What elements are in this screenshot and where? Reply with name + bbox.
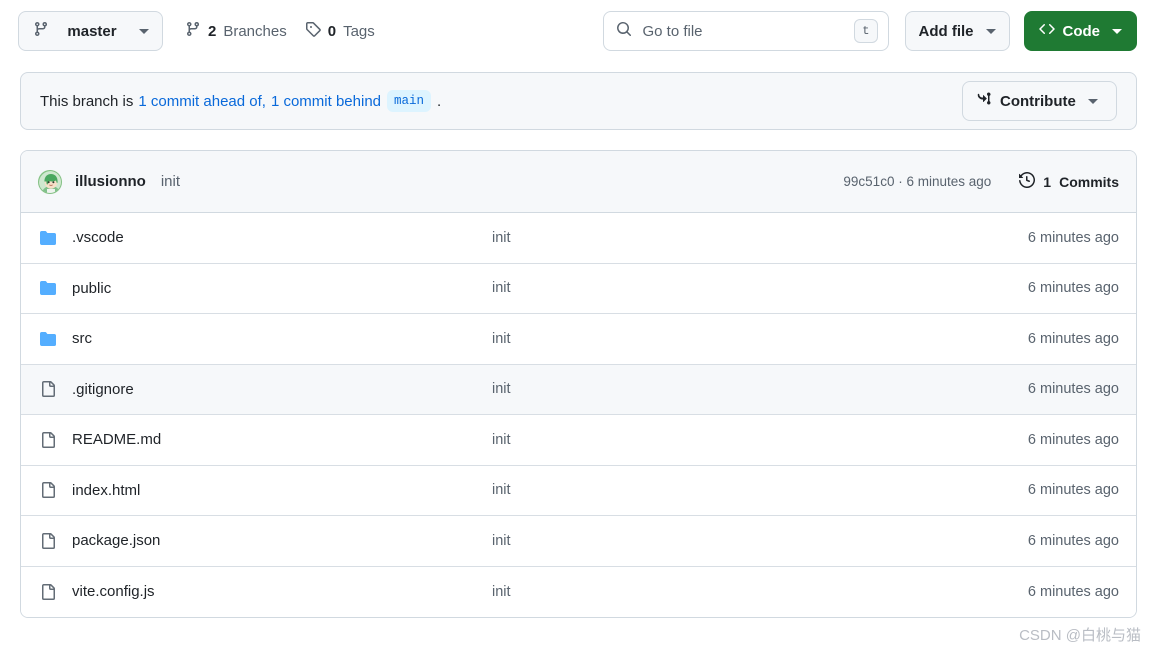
file-commit-time: 6 minutes ago	[1027, 482, 1119, 499]
tags-count: 0	[327, 22, 337, 40]
file-name-link[interactable]: src	[72, 330, 492, 347]
branch-selector-button[interactable]: master	[18, 11, 163, 51]
table-row[interactable]: src init 6 minutes ago	[21, 314, 1136, 365]
folder-icon	[38, 329, 58, 349]
branches-label: Branches	[223, 22, 287, 40]
git-branch-icon	[185, 21, 201, 41]
chevron-down-icon	[1087, 98, 1098, 104]
table-row[interactable]: README.md init 6 minutes ago	[21, 415, 1136, 466]
file-commit-time: 6 minutes ago	[1027, 431, 1119, 448]
branch-selector-label: master	[67, 22, 117, 40]
branches-link[interactable]: 2 Branches	[185, 21, 287, 41]
commit-meta: 99c51c0 · 6 minutes ago 1 Commits	[843, 171, 1119, 191]
file-commit-message[interactable]: init	[492, 482, 1028, 498]
commits-behind-link[interactable]: 1 commit behind	[271, 93, 381, 110]
file-list-panel: illusionno init 99c51c0 · 6 minutes ago …	[20, 150, 1137, 618]
branches-count: 2	[208, 22, 217, 40]
table-row[interactable]: index.html init 6 minutes ago	[21, 465, 1136, 516]
search-input[interactable]	[640, 21, 855, 41]
file-icon	[38, 379, 58, 399]
code-button-label: Code	[1062, 22, 1101, 40]
file-commit-message[interactable]: init	[492, 584, 1028, 600]
contribute-button[interactable]: Contribute	[962, 81, 1117, 121]
go-to-file-search[interactable]: t	[602, 11, 889, 51]
file-commit-message[interactable]: init	[492, 432, 1028, 448]
file-name-link[interactable]: README.md	[72, 431, 492, 448]
csdn-watermark: CSDN @白桃与猫	[1019, 627, 1141, 644]
table-row[interactable]: vite.config.js init 6 minutes ago	[21, 566, 1136, 617]
repo-meta-links: 2 Branches 0 Tags	[185, 21, 375, 41]
avatar[interactable]	[38, 169, 62, 194]
search-icon	[616, 21, 632, 42]
file-commit-time: 6 minutes ago	[1027, 330, 1119, 347]
tag-icon	[305, 21, 321, 41]
git-branch-icon	[33, 21, 49, 41]
search-shortcut-badge: t	[854, 19, 878, 43]
tags-link[interactable]: 0 Tags	[305, 21, 375, 41]
file-name-link[interactable]: .vscode	[72, 229, 492, 246]
commits-ahead-link[interactable]: 1 commit ahead of,	[138, 93, 266, 110]
file-rows: .vscode init 6 minutes ago public init 6 minu…	[21, 213, 1136, 617]
chevron-down-icon	[139, 28, 149, 34]
file-commit-message[interactable]: init	[492, 230, 1028, 246]
table-row[interactable]: .vscode init 6 minutes ago	[21, 213, 1136, 264]
file-name-link[interactable]: package.json	[72, 532, 492, 549]
file-icon	[38, 430, 58, 450]
chevron-down-icon	[985, 28, 996, 34]
file-commit-message[interactable]: init	[492, 533, 1028, 549]
file-commit-message[interactable]: init	[492, 381, 1028, 397]
file-name-link[interactable]: public	[72, 280, 492, 297]
commit-sha: 99c51c0	[843, 174, 895, 189]
file-name-link[interactable]: index.html	[72, 482, 492, 499]
file-commit-time: 6 minutes ago	[1027, 280, 1119, 297]
file-icon	[38, 531, 58, 551]
repo-toolbar: master 2 Branches 0 Tags Go to file t Ad…	[0, 0, 1155, 62]
history-icon	[1019, 171, 1036, 191]
commits-count-label: Commits	[1059, 173, 1119, 190]
commit-message-link[interactable]: init	[161, 173, 180, 190]
table-row[interactable]: .gitignore init 6 minutes ago	[21, 364, 1136, 415]
commits-history-link[interactable]: 1 Commits	[1019, 171, 1119, 191]
code-icon	[1038, 21, 1055, 41]
file-name-link[interactable]: .gitignore	[72, 381, 492, 398]
base-branch-badge[interactable]: main	[387, 90, 432, 112]
commit-author-link[interactable]: illusionno	[75, 173, 146, 190]
commits-count-value: 1	[1043, 173, 1052, 190]
chevron-down-icon	[1112, 28, 1122, 34]
file-commit-time: 6 minutes ago	[1027, 583, 1119, 600]
contribute-label: Contribute	[1000, 92, 1076, 110]
code-button[interactable]: Code	[1023, 11, 1137, 51]
branch-status-lead: This branch is	[40, 92, 134, 110]
tags-label: Tags	[343, 22, 375, 40]
branch-status-text: This branch is 1 commit ahead of, 1 comm…	[40, 90, 441, 112]
add-file-button[interactable]: Add file	[904, 11, 1010, 51]
repo-file-browser: master 2 Branches 0 Tags Go to file t Ad…	[0, 0, 1155, 651]
branch-status-period: .	[437, 92, 442, 110]
add-file-label: Add file	[918, 22, 974, 40]
file-commit-time: 6 minutes ago	[1027, 381, 1119, 398]
branch-status-banner: This branch is 1 commit ahead of, 1 comm…	[20, 72, 1137, 130]
file-commit-message[interactable]: init	[492, 280, 1028, 296]
table-row[interactable]: public init 6 minutes ago	[21, 263, 1136, 314]
table-row[interactable]: package.json init 6 minutes ago	[21, 516, 1136, 567]
git-pull-request-icon	[976, 91, 992, 111]
search-box[interactable]: t	[602, 11, 889, 51]
sha-separator: ·	[898, 174, 903, 189]
file-name-link[interactable]: vite.config.js	[72, 583, 492, 600]
commit-relative-time: 6 minutes ago	[906, 174, 992, 189]
latest-commit-header: illusionno init 99c51c0 · 6 minutes ago …	[21, 151, 1136, 213]
folder-icon	[38, 278, 58, 298]
file-icon	[38, 582, 58, 602]
file-commit-time: 6 minutes ago	[1027, 229, 1119, 246]
commit-sha-and-time[interactable]: 99c51c0 · 6 minutes ago	[843, 174, 991, 189]
file-commit-message[interactable]: init	[492, 331, 1028, 347]
file-icon	[38, 480, 58, 500]
file-commit-time: 6 minutes ago	[1027, 532, 1119, 549]
folder-icon	[38, 228, 58, 248]
